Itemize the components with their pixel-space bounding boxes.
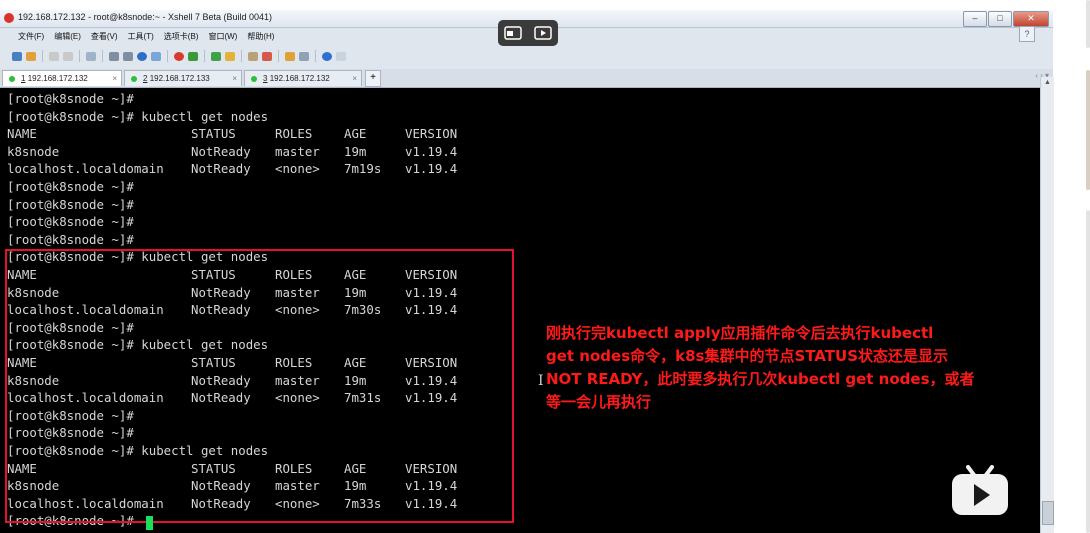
prompt-line: [root@k8snode ~]# — [7, 214, 134, 230]
play-window-icon[interactable] — [534, 25, 552, 41]
font-icon[interactable] — [151, 51, 161, 61]
cell: <none> — [275, 161, 320, 177]
highlight-box — [5, 249, 514, 523]
menu-window[interactable]: 窗口(W) — [208, 31, 237, 42]
tab-session-3[interactable]: 3 192.168.172.132 × — [244, 70, 362, 86]
keyboard-icon[interactable] — [248, 51, 258, 61]
side-panel — [1080, 0, 1090, 533]
reconnect-icon[interactable] — [86, 51, 96, 61]
script-icon[interactable] — [285, 51, 295, 61]
layout-icon[interactable] — [299, 51, 309, 61]
menu-tools[interactable]: 工具(T) — [128, 31, 154, 42]
cell: 7m19s — [344, 161, 382, 177]
session-tab-bar: 1 192.168.172.132 × 2 192.168.172.133 × … — [0, 69, 1053, 88]
minimize-button[interactable]: – — [963, 11, 987, 27]
tab-session-1[interactable]: 1 192.168.172.132 × — [2, 70, 122, 86]
cell: NotReady — [191, 161, 251, 177]
maximize-button[interactable]: □ — [988, 11, 1012, 27]
bilibili-play-icon[interactable] — [950, 465, 1010, 517]
connected-status-icon — [9, 76, 15, 82]
prompt-line: [root@k8snode ~]# — [7, 196, 134, 212]
window-controls: – □ ✕ — [963, 11, 1049, 27]
prompt-line: [root@k8snode ~]# — [7, 231, 134, 247]
xftp-icon[interactable] — [174, 51, 184, 61]
xshell-logo-icon — [4, 13, 14, 23]
tab-label: 192.168.172.132 — [269, 74, 330, 83]
disconnect-icon[interactable] — [63, 51, 73, 61]
cell: v1.19.4 — [405, 161, 458, 177]
cell: v1.19.4 — [405, 143, 458, 159]
command-line: [root@k8snode ~]# kubectl get nodes — [7, 108, 269, 124]
picture-in-picture-icon[interactable] — [504, 25, 522, 41]
chat-icon[interactable] — [336, 51, 346, 61]
terminal-cursor — [146, 516, 153, 530]
cell: VERSION — [405, 126, 458, 142]
menu-help[interactable]: 帮助(H) — [247, 31, 274, 42]
new-session-icon[interactable] — [12, 51, 22, 61]
annotation-text: 刚执行完kubectl apply应用插件命令后去执行kubectl get n… — [546, 324, 975, 411]
menu-bar: 文件(F) 编辑(E) 查看(V) 工具(T) 选项卡(B) 窗口(W) 帮助(… — [0, 28, 274, 44]
text-cursor-icon: I — [538, 373, 544, 389]
open-folder-icon[interactable] — [26, 51, 36, 61]
menu-view[interactable]: 查看(V) — [91, 31, 118, 42]
new-tab-button[interactable]: + — [365, 70, 381, 87]
transfer-icon[interactable] — [188, 51, 198, 61]
cell: NotReady — [191, 143, 251, 159]
scroll-up-icon[interactable]: ▲ — [1044, 79, 1051, 86]
tab-label: 192.168.172.132 — [27, 74, 88, 83]
cell: localhost.localdomain — [7, 161, 164, 177]
menu-edit[interactable]: 编辑(E) — [54, 31, 81, 42]
fullscreen-icon[interactable] — [211, 51, 221, 61]
video-overlay-controls — [498, 20, 558, 46]
menu-file[interactable]: 文件(F) — [18, 31, 44, 42]
tab-label: 192.168.172.133 — [149, 74, 210, 83]
help-button[interactable]: ? — [1019, 26, 1035, 42]
toolbar — [12, 47, 346, 65]
tab-close-icon[interactable]: × — [232, 71, 237, 87]
cell: AGE — [344, 126, 367, 142]
find-icon[interactable] — [109, 51, 119, 61]
close-button[interactable]: ✕ — [1013, 11, 1049, 27]
globe-icon[interactable] — [137, 51, 147, 61]
lock-icon[interactable] — [225, 51, 235, 61]
connected-status-icon — [131, 76, 137, 82]
tab-close-icon[interactable]: × — [352, 71, 357, 87]
menu-tabs[interactable]: 选项卡(B) — [164, 31, 199, 42]
help-icon[interactable] — [322, 51, 332, 61]
cell: STATUS — [191, 126, 236, 142]
prompt-line: [root@k8snode ~]# — [7, 179, 134, 194]
cell: master — [275, 143, 320, 159]
cell: NAME — [7, 126, 37, 142]
connect-icon[interactable] — [49, 51, 59, 61]
cell: 19m — [344, 143, 367, 159]
cell: k8snode — [7, 143, 60, 159]
tab-close-icon[interactable]: × — [112, 71, 117, 87]
tab-session-2[interactable]: 2 192.168.172.133 × — [124, 70, 242, 86]
connected-status-icon — [251, 76, 257, 82]
scrollbar-thumb[interactable] — [1042, 501, 1054, 525]
highlight-icon[interactable] — [262, 51, 272, 61]
properties-icon[interactable] — [123, 51, 133, 61]
terminal-scrollbar[interactable]: ▲ — [1040, 77, 1054, 533]
cell: ROLES — [275, 126, 313, 142]
prompt-line: [root@k8snode ~]# — [7, 91, 134, 106]
window-title: 192.168.172.132 - root@k8snode:~ - Xshel… — [18, 12, 273, 22]
